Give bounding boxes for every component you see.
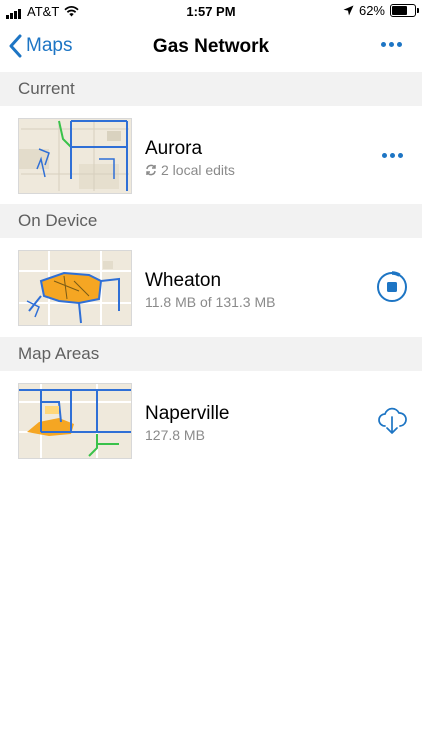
map-name: Naperville <box>145 403 230 424</box>
map-row-naperville[interactable]: Naperville 127.8 MB <box>0 371 422 469</box>
location-arrow-icon <box>343 5 354 16</box>
sync-icon <box>146 164 156 176</box>
battery-percent: 62% <box>358 3 385 18</box>
map-thumbnail-wheaton <box>18 250 132 326</box>
section-header-on-device: On Device <box>0 204 422 238</box>
map-row-wheaton[interactable]: Wheaton 11.8 MB of 131.3 MB <box>0 238 422 336</box>
map-name: Aurora <box>145 138 203 159</box>
stop-download-icon <box>377 271 407 302</box>
battery-icon <box>390 4 419 17</box>
status-bar: AT&T 1:57 PM 62% <box>0 0 422 24</box>
section-header-current: Current <box>0 72 422 106</box>
map-thumbnail-naperville <box>18 383 132 459</box>
map-subtitle: 127.8 MB <box>145 427 205 443</box>
ellipsis-icon <box>381 152 403 158</box>
map-subtitle: 11.8 MB of 131.3 MB <box>145 294 276 310</box>
cloud-download-icon <box>378 407 407 434</box>
local-edits-label: 2 local edits <box>161 162 235 178</box>
map-row-aurora[interactable]: Aurora 2 local edits <box>0 106 422 204</box>
map-subtitle: 2 local edits <box>145 162 235 178</box>
page-title: Gas Network <box>152 36 270 57</box>
download-map-area-button[interactable] <box>376 404 408 436</box>
ellipsis-icon <box>381 42 386 47</box>
map-name: Wheaton <box>145 270 222 291</box>
stop-download-button[interactable] <box>376 271 408 303</box>
more-options-button[interactable] <box>381 42 402 47</box>
map-options-button[interactable] <box>376 139 408 171</box>
navigation-bar: Maps Gas Network <box>0 24 422 70</box>
section-header-map-areas: Map Areas <box>0 337 422 371</box>
map-thumbnail-aurora <box>18 118 132 194</box>
